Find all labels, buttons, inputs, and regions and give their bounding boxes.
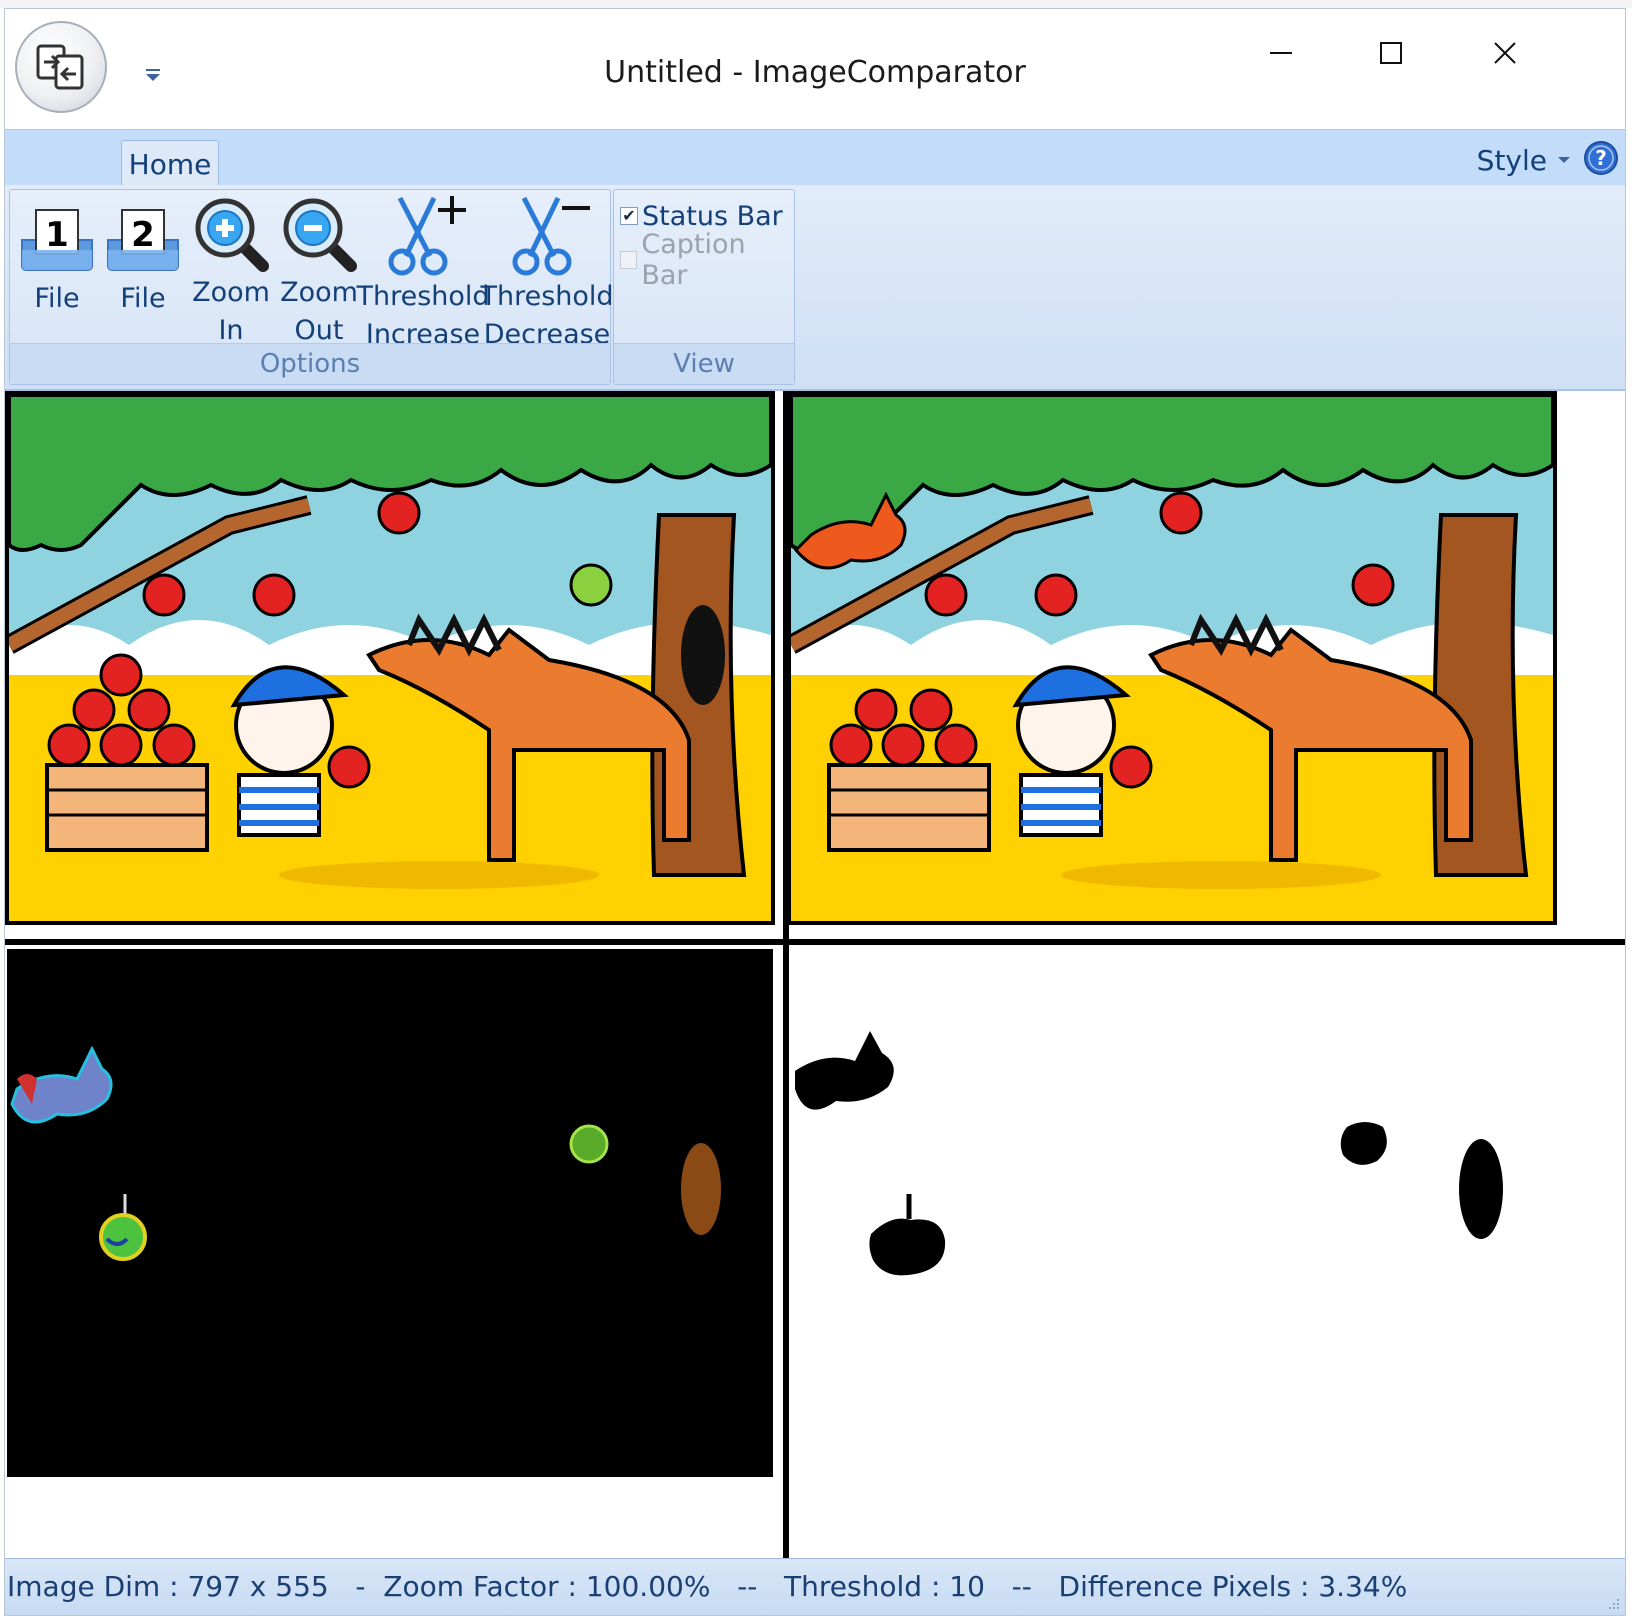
file1-icon: 1 — [21, 209, 93, 271]
ribbon-tab-strip: Home Style ? — [5, 129, 1625, 188]
caption-bar-label: Caption Bar — [641, 229, 746, 291]
view-group: ✔ Status Bar Caption Bar View — [613, 189, 795, 385]
difference-color-map — [7, 949, 773, 1477]
threshold-increase-button[interactable]: Threshold Increase — [356, 194, 490, 350]
style-menu[interactable]: Style — [1477, 140, 1571, 180]
file1-badge: 1 — [45, 215, 69, 255]
resize-grip-icon[interactable] — [1605, 1595, 1621, 1611]
status-bar-checkbox[interactable]: ✔ — [620, 207, 638, 225]
difference-binary-mask — [791, 949, 1557, 1499]
style-menu-label: Style — [1476, 143, 1547, 177]
options-group-label: Options — [10, 343, 610, 384]
image1-pane[interactable] — [5, 391, 775, 925]
zoom-out-button[interactable]: Zoom Out — [276, 194, 362, 346]
view-group-label: View — [614, 343, 794, 384]
zoom-out-label-1: Zoom — [280, 277, 358, 308]
file2-label: File — [120, 283, 166, 314]
threshold-decrease-icon — [512, 196, 590, 276]
chevron-down-icon — [1558, 157, 1570, 163]
threshold-decrease-label-1: Threshold — [480, 281, 614, 312]
image-panes — [5, 391, 1625, 1561]
diff-mask-pane[interactable] — [791, 949, 1557, 1499]
title-bar: Untitled - ImageComparator — [5, 9, 1625, 129]
apple-tree-scene-modified — [791, 395, 1553, 921]
app-window: Untitled - ImageComparator Home Style ? — [4, 8, 1626, 1616]
zoom-in-label-1: Zoom — [192, 277, 270, 308]
caption-bar-checkbox — [620, 251, 638, 269]
ribbon-panel: 1 File 2 File Zoom In Zoom Out Threshold… — [5, 185, 1625, 391]
close-icon — [1494, 42, 1516, 64]
file1-label: File — [34, 283, 80, 314]
caption-bar-toggle: Caption Bar — [620, 229, 794, 291]
maximize-button[interactable] — [1363, 29, 1419, 77]
desktop-strip — [0, 0, 1632, 8]
threshold-increase-label-1: Threshold — [356, 281, 490, 312]
open-file2-button[interactable]: 2 File — [100, 194, 186, 346]
threshold-increase-icon — [388, 196, 466, 276]
zoom-in-button[interactable]: Zoom In — [188, 194, 274, 346]
close-button[interactable] — [1477, 29, 1533, 77]
horizontal-splitter[interactable] — [5, 939, 1625, 945]
minimize-icon — [1270, 52, 1292, 54]
maximize-icon — [1380, 42, 1402, 64]
file2-icon: 2 — [107, 209, 179, 271]
zoom-out-icon — [283, 198, 357, 272]
file2-badge: 2 — [131, 215, 155, 255]
tab-home[interactable]: Home — [121, 140, 219, 188]
threshold-decrease-button[interactable]: Threshold Decrease — [480, 194, 614, 350]
status-bar: Image Dim : 797 x 555 - Zoom Factor : 10… — [5, 1558, 1625, 1615]
help-icon[interactable]: ? — [1583, 140, 1619, 176]
options-group: 1 File 2 File Zoom In Zoom Out Threshold… — [9, 189, 614, 385]
diff-color-pane[interactable] — [7, 949, 773, 1477]
image2-pane[interactable] — [787, 391, 1557, 925]
open-file1-button[interactable]: 1 File — [14, 194, 100, 346]
vertical-splitter[interactable] — [783, 391, 789, 1561]
svg-text:?: ? — [1595, 146, 1607, 170]
apple-tree-scene-original — [9, 395, 771, 921]
status-bar-label: Status Bar — [642, 200, 783, 232]
zoom-in-icon — [195, 198, 269, 272]
minimize-button[interactable] — [1253, 29, 1309, 77]
